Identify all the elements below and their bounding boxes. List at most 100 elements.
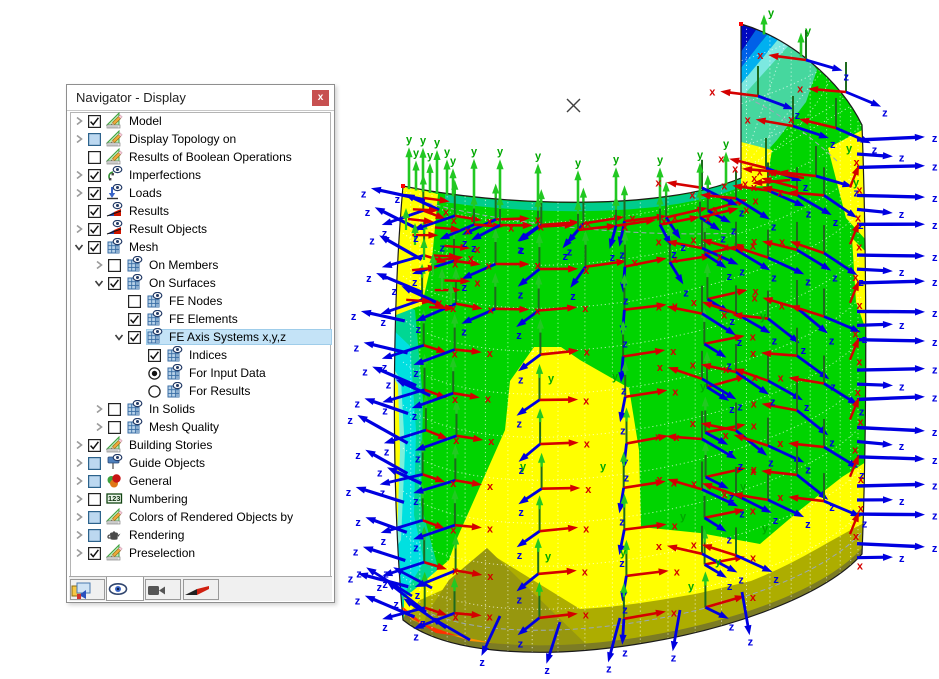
svg-text:z: z — [899, 152, 905, 164]
svg-text:x: x — [436, 298, 443, 310]
svg-text:x: x — [752, 293, 759, 305]
svg-text:x: x — [656, 302, 663, 314]
svg-text:x: x — [583, 265, 590, 277]
svg-text:x: x — [583, 396, 590, 408]
svg-text:z: z — [729, 622, 735, 634]
svg-text:y: y — [413, 148, 420, 160]
svg-text:z: z — [413, 496, 419, 508]
svg-text:z: z — [772, 335, 778, 347]
svg-text:x: x — [722, 489, 729, 501]
svg-text:z: z — [619, 558, 625, 570]
svg-text:x: x — [508, 223, 515, 235]
svg-text:x: x — [655, 431, 662, 443]
svg-text:x: x — [672, 386, 679, 398]
svg-text:x: x — [452, 349, 459, 361]
svg-text:z: z — [729, 316, 735, 328]
svg-text:z: z — [805, 465, 811, 477]
svg-text:z: z — [621, 385, 627, 397]
svg-text:x: x — [584, 346, 591, 358]
svg-text:z: z — [899, 320, 905, 332]
svg-text:z: z — [738, 575, 744, 587]
svg-text:x: x — [474, 244, 481, 256]
svg-text:z: z — [382, 579, 388, 591]
svg-text:x: x — [723, 430, 730, 442]
svg-text:x: x — [852, 328, 859, 340]
svg-text:z: z — [415, 454, 421, 466]
svg-text:x: x — [713, 204, 720, 216]
svg-text:y: y — [740, 481, 747, 493]
svg-text:z: z — [862, 334, 868, 346]
svg-text:z: z — [355, 596, 361, 608]
svg-text:z: z — [620, 425, 626, 437]
svg-text:y: y — [520, 461, 527, 473]
svg-text:z: z — [830, 381, 836, 393]
svg-text:z: z — [518, 638, 524, 650]
svg-text:z: z — [739, 267, 745, 279]
svg-text:x: x — [674, 567, 681, 579]
svg-text:x: x — [856, 241, 863, 253]
svg-text:x: x — [453, 611, 460, 623]
svg-text:z: z — [932, 455, 938, 467]
svg-text:z: z — [862, 519, 868, 531]
svg-text:x: x — [585, 218, 592, 230]
svg-text:z: z — [351, 311, 357, 323]
svg-text:z: z — [623, 296, 629, 308]
svg-text:y: y — [723, 139, 730, 151]
svg-text:z: z — [412, 277, 418, 289]
svg-text:z: z — [804, 402, 810, 414]
svg-text:z: z — [844, 72, 850, 84]
svg-text:x: x — [779, 301, 786, 313]
svg-text:x: x — [777, 438, 784, 450]
svg-text:z: z — [773, 515, 779, 527]
svg-text:y: y — [846, 143, 853, 155]
svg-text:x: x — [535, 260, 542, 272]
svg-text:z: z — [932, 308, 938, 320]
svg-text:z: z — [544, 665, 550, 677]
svg-text:x: x — [582, 567, 589, 579]
svg-text:x: x — [583, 610, 590, 622]
svg-text:z: z — [382, 362, 388, 374]
svg-text:x: x — [661, 216, 668, 228]
svg-text:y: y — [420, 135, 427, 147]
svg-text:z: z — [727, 535, 733, 547]
svg-text:x: x — [672, 520, 679, 532]
svg-text:z: z — [377, 467, 383, 479]
svg-text:z: z — [727, 581, 733, 593]
svg-text:x: x — [723, 241, 730, 253]
svg-text:x: x — [857, 417, 864, 429]
svg-text:z: z — [420, 618, 426, 630]
svg-text:z: z — [829, 502, 835, 514]
svg-text:z: z — [932, 365, 938, 377]
svg-text:z: z — [462, 282, 468, 294]
svg-text:y: y — [657, 154, 664, 166]
svg-text:y: y — [697, 150, 704, 162]
svg-text:y: y — [434, 137, 441, 149]
svg-text:x: x — [629, 213, 636, 225]
svg-text:z: z — [381, 317, 387, 329]
svg-text:z: z — [381, 536, 387, 548]
svg-text:z: z — [412, 411, 418, 423]
svg-text:y: y — [548, 373, 555, 385]
svg-text:x: x — [778, 373, 785, 385]
svg-text:y: y — [497, 146, 504, 158]
svg-text:x: x — [751, 421, 758, 433]
svg-text:x: x — [468, 253, 475, 265]
svg-text:y: y — [805, 26, 812, 38]
svg-text:z: z — [570, 291, 576, 303]
svg-text:x: x — [750, 592, 757, 604]
svg-text:z: z — [833, 217, 839, 229]
svg-text:z: z — [671, 249, 677, 261]
svg-text:z: z — [518, 290, 524, 302]
svg-text:z: z — [353, 547, 359, 559]
svg-text:x: x — [488, 305, 495, 317]
svg-text:x: x — [691, 235, 698, 247]
svg-text:z: z — [932, 162, 938, 174]
svg-text:x: x — [757, 50, 764, 62]
svg-text:z: z — [681, 242, 687, 254]
svg-text:x: x — [673, 432, 680, 444]
svg-text:z: z — [731, 226, 737, 238]
svg-text:x: x — [465, 226, 472, 238]
svg-text:x: x — [767, 167, 774, 179]
svg-text:z: z — [518, 374, 524, 386]
svg-text:z: z — [415, 590, 421, 602]
